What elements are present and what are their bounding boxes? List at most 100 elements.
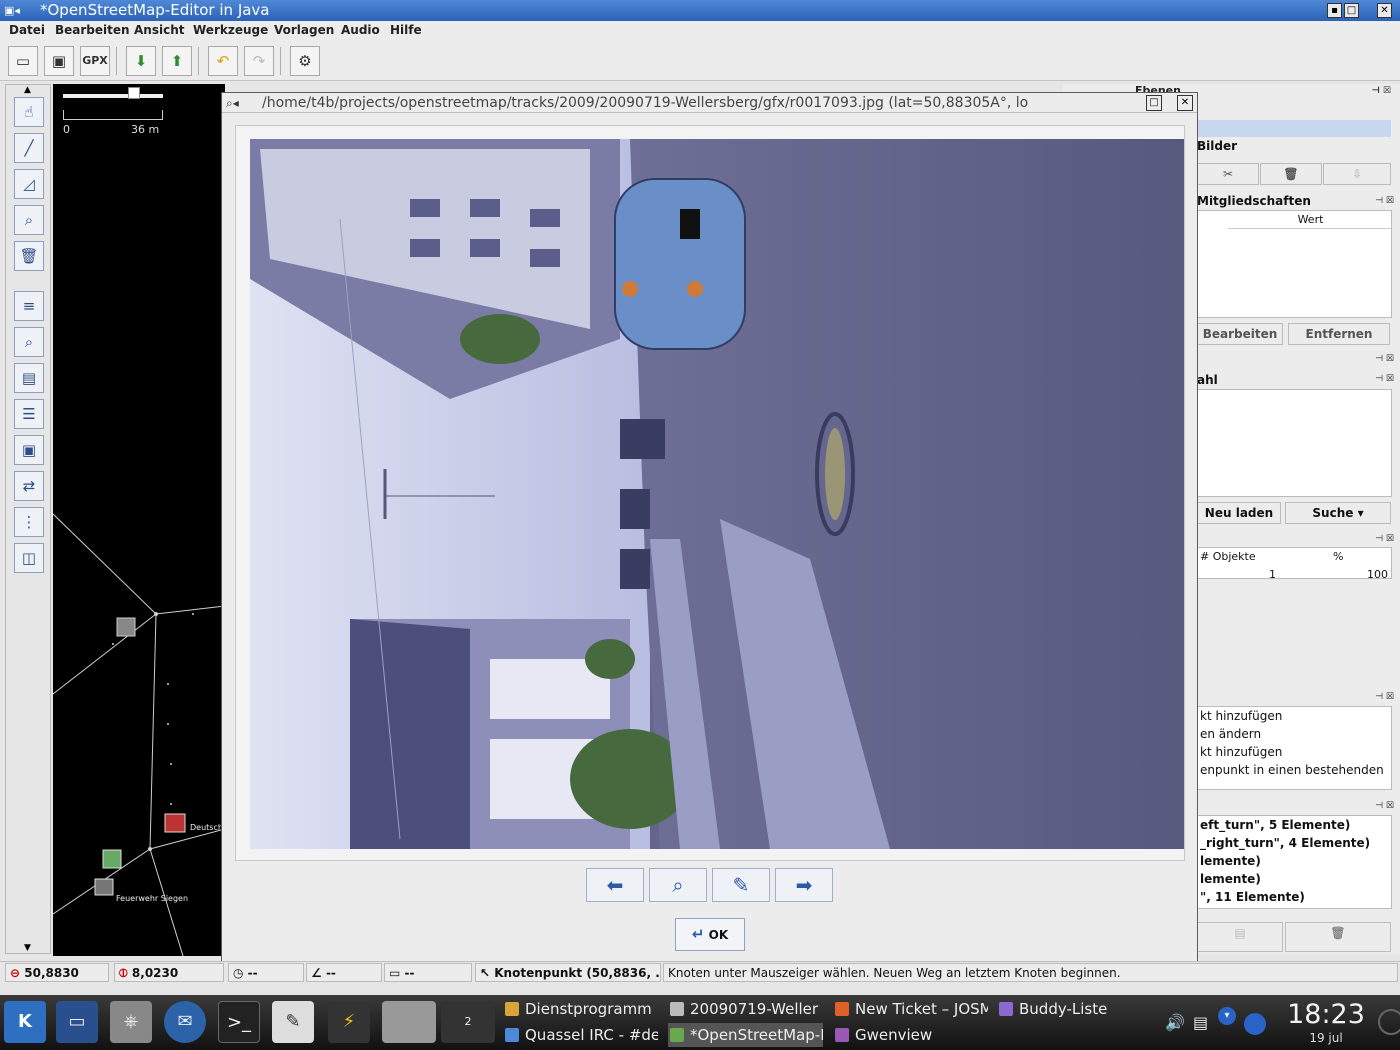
ok-button[interactable]: ↵ OK bbox=[675, 918, 745, 951]
menu-werkzeuge[interactable]: Werkzeuge bbox=[193, 23, 268, 37]
list-item[interactable]: enpunkt in einen bestehenden bbox=[1198, 761, 1391, 779]
history-toggle-icon[interactable]: ◫ bbox=[14, 543, 44, 573]
bearbeiten-button[interactable]: Bearbeiten bbox=[1197, 323, 1283, 345]
download-icon[interactable]: ⬇ bbox=[126, 46, 156, 76]
task-gwenview[interactable]: Gwenview bbox=[833, 1023, 988, 1047]
task-quassel[interactable]: Quassel IRC - #de bbox=[503, 1023, 658, 1047]
terminal-icon[interactable]: >_ bbox=[218, 1001, 260, 1043]
menu-datei[interactable]: Datei bbox=[9, 23, 45, 37]
kde-menu-icon[interactable]: K bbox=[4, 1001, 46, 1043]
command-stack-icon[interactable]: ▤ bbox=[14, 363, 44, 393]
gpx-export-button[interactable]: GPX bbox=[80, 46, 110, 76]
relation-toggle-icon[interactable]: ⋮ bbox=[14, 507, 44, 537]
desktop-icon[interactable]: ▭ bbox=[56, 1001, 98, 1043]
previous-image-button[interactable]: ⬅ bbox=[586, 868, 644, 902]
delete-tool-icon[interactable]: 🗑 bbox=[14, 241, 44, 271]
pager-desktop-2[interactable]: 2 bbox=[441, 1001, 495, 1043]
wert-column-header[interactable]: Wert bbox=[1228, 211, 1391, 229]
panel-pin-close-icon[interactable]: ⊣ ☒ bbox=[1375, 374, 1394, 384]
redo-icon[interactable]: ↷ bbox=[244, 46, 274, 76]
command-history-list[interactable]: kt hinzufügen en ändern kt hinzufügen en… bbox=[1197, 706, 1392, 790]
next-image-button[interactable]: ➡ bbox=[775, 868, 833, 902]
panel-pin-close-icon[interactable]: ⊣ ☒ bbox=[1375, 692, 1394, 702]
search-toggle-icon[interactable]: ⌕ bbox=[14, 327, 44, 357]
network-icon[interactable]: ⎈ bbox=[110, 1001, 152, 1043]
draw-tool-icon[interactable]: ╱ bbox=[14, 133, 44, 163]
maximize-icon[interactable]: □ bbox=[1344, 3, 1359, 18]
statistics-table[interactable]: # Objekte% 1 100 bbox=[1197, 547, 1392, 579]
select-tool-icon[interactable]: ☝ bbox=[14, 97, 44, 127]
panel-pin-close-icon[interactable]: ⊣ ☒ bbox=[1372, 84, 1391, 98]
panel-pin-close-icon[interactable]: ⊣ ☒ bbox=[1375, 354, 1394, 364]
zoom-image-button[interactable]: ⌕ bbox=[649, 868, 707, 902]
text-editor-icon[interactable]: ✎ bbox=[272, 1001, 314, 1043]
battery-icon[interactable]: ⚡ bbox=[328, 1001, 370, 1043]
improve-way-icon[interactable]: ◿ bbox=[14, 169, 44, 199]
list-item[interactable]: lemente) bbox=[1198, 852, 1391, 870]
task-dienstprogramm[interactable]: Dienstprogramm bbox=[503, 997, 658, 1021]
task-josm[interactable]: *OpenStreetMap-E bbox=[668, 1023, 823, 1047]
logout-icon[interactable] bbox=[1378, 1009, 1400, 1035]
josm-app-icon[interactable]: ▣◂ bbox=[4, 3, 36, 18]
updates-icon[interactable]: ▾ bbox=[1218, 1007, 1236, 1025]
panel-pin-close-icon[interactable]: ⊣ ☒ bbox=[1375, 196, 1394, 206]
copy-image-icon[interactable]: ⇩ bbox=[1323, 163, 1391, 185]
menu-audio[interactable]: Audio bbox=[341, 23, 380, 37]
open-folder-icon[interactable]: ▭ bbox=[8, 46, 38, 76]
menu-ansicht[interactable]: Ansicht bbox=[134, 23, 184, 37]
preferences-icon[interactable]: ⚙ bbox=[290, 46, 320, 76]
close-icon[interactable]: ✕ bbox=[1177, 95, 1193, 111]
suche-button[interactable]: Suche ▾ bbox=[1285, 502, 1391, 524]
remove-image-icon[interactable]: ✂ bbox=[1197, 163, 1259, 185]
save-icon[interactable]: ▣ bbox=[44, 46, 74, 76]
list-item[interactable]: ", 11 Elemente) bbox=[1198, 888, 1391, 906]
maximize-icon[interactable]: □ bbox=[1146, 95, 1162, 111]
zoom-tool-icon[interactable]: ⌕ bbox=[14, 205, 44, 235]
scroll-down-icon[interactable]: ▼ bbox=[24, 943, 31, 953]
conflict-toggle-icon[interactable]: ⇄ bbox=[14, 471, 44, 501]
menu-bearbeiten[interactable]: Bearbeiten bbox=[55, 23, 130, 37]
upload-icon[interactable]: ⬆ bbox=[162, 46, 192, 76]
geotagged-photo[interactable] bbox=[250, 139, 1184, 849]
list-item[interactable]: kt hinzufügen bbox=[1198, 707, 1391, 725]
edit-relation-icon[interactable]: ▤ bbox=[1197, 922, 1283, 952]
list-item[interactable]: kt hinzufügen bbox=[1198, 743, 1391, 761]
selection-list[interactable] bbox=[1197, 389, 1392, 497]
scroll-up-icon[interactable]: ▲ bbox=[24, 85, 31, 95]
menu-vorlagen[interactable]: Vorlagen bbox=[274, 23, 334, 37]
properties-toggle-icon[interactable]: ☰ bbox=[14, 399, 44, 429]
menu-bar: Datei Bearbeiten Ansicht Werkzeuge Vorla… bbox=[0, 21, 1400, 41]
selected-layer-row[interactable] bbox=[1197, 120, 1391, 137]
desktop: ▣◂ *OpenStreetMap-Editor in Java ▪ □ ✕ D… bbox=[0, 0, 1400, 1050]
pager-desktop-1[interactable] bbox=[382, 1001, 436, 1043]
panel-pin-close-icon[interactable]: ⊣ ☒ bbox=[1375, 801, 1394, 811]
map-view[interactable]: 0 36 m Deutsch Feuerwehr Siegen bbox=[53, 84, 225, 956]
list-item[interactable]: en ändern bbox=[1198, 725, 1391, 743]
membership-table[interactable]: Wert bbox=[1197, 210, 1392, 318]
delete-image-icon[interactable]: 🗑 bbox=[1260, 163, 1322, 185]
task-folder[interactable]: 20090719-Weller bbox=[668, 997, 823, 1021]
volume-icon[interactable]: 🔊 bbox=[1165, 1013, 1185, 1032]
center-on-map-button[interactable]: ✎ bbox=[712, 868, 770, 902]
close-icon[interactable]: ✕ bbox=[1377, 3, 1392, 18]
thunderbird-icon[interactable]: ✉ bbox=[164, 1001, 206, 1043]
clock-time[interactable]: 18:23 bbox=[1286, 999, 1366, 1030]
clipboard-icon[interactable]: ▤ bbox=[1193, 1013, 1208, 1032]
list-item[interactable]: _right_turn", 4 Elemente) bbox=[1198, 834, 1391, 852]
task-new-ticket[interactable]: New Ticket – JOSM bbox=[833, 997, 988, 1021]
menu-hilfe[interactable]: Hilfe bbox=[390, 23, 422, 37]
list-item[interactable]: lemente) bbox=[1198, 870, 1391, 888]
undo-icon[interactable]: ↶ bbox=[208, 46, 238, 76]
entfernen-button[interactable]: Entfernen bbox=[1288, 323, 1390, 345]
relation-list[interactable]: eft_turn", 5 Elemente) _right_turn", 4 E… bbox=[1197, 815, 1392, 909]
minimize-icon[interactable]: ▪ bbox=[1327, 3, 1342, 18]
dialog-app-icon[interactable]: ⌕◂ bbox=[226, 95, 258, 111]
layers-toggle-icon[interactable]: ≡ bbox=[14, 291, 44, 321]
neu-laden-button[interactable]: Neu laden bbox=[1197, 502, 1281, 524]
list-item[interactable]: eft_turn", 5 Elemente) bbox=[1198, 816, 1391, 834]
panel-pin-close-icon[interactable]: ⊣ ☒ bbox=[1375, 534, 1394, 544]
network-status-icon[interactable] bbox=[1244, 1013, 1266, 1035]
image-toggle-icon[interactable]: ▣ bbox=[14, 435, 44, 465]
task-buddy-list[interactable]: Buddy-Liste bbox=[997, 997, 1152, 1021]
delete-relation-icon[interactable]: 🗑 bbox=[1285, 922, 1391, 952]
